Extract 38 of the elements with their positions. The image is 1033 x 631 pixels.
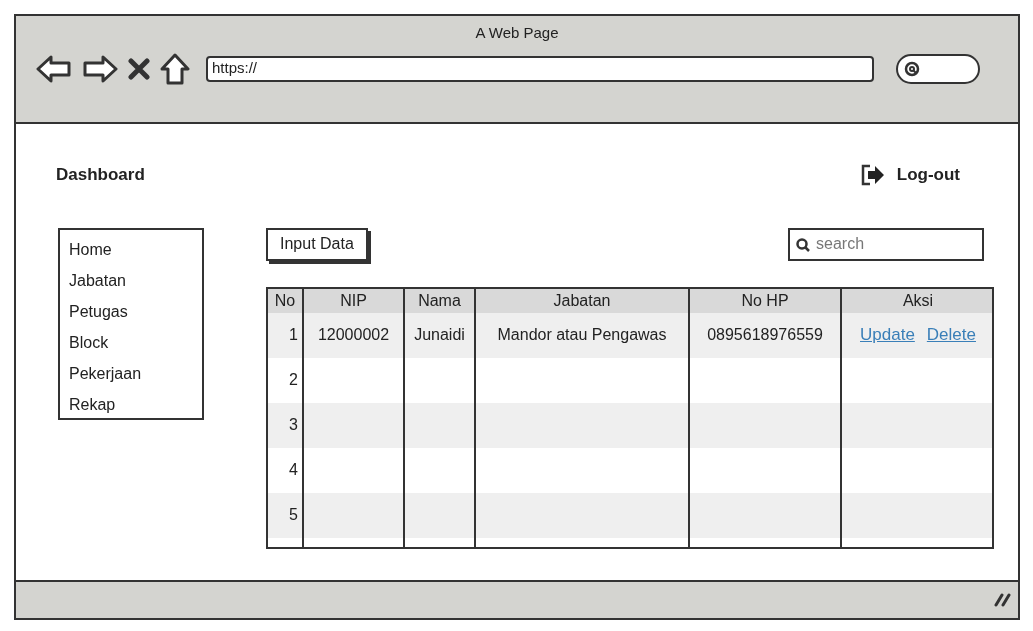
- search-icon: [904, 60, 920, 77]
- sidebar-item[interactable]: Petugas: [69, 295, 193, 327]
- table-cell-text: 1: [289, 325, 298, 345]
- sidebar-item[interactable]: Home: [69, 233, 193, 265]
- address-field[interactable]: https://: [206, 55, 874, 82]
- forward-icon: [82, 54, 118, 83]
- column-header: Nama: [418, 290, 461, 311]
- page-title: Dashboard: [56, 164, 145, 186]
- table-cell-text: Mandor atau Pengawas: [497, 325, 667, 345]
- column-header: Jabatan: [553, 290, 611, 311]
- close-icon: [128, 57, 150, 80]
- column-header: No HP: [741, 290, 789, 311]
- table-cell-text: 12000002: [317, 325, 390, 345]
- back-icon: [36, 54, 72, 83]
- home-icon: [160, 52, 190, 85]
- input-data-button[interactable]: Input Data: [266, 227, 368, 261]
- column-header: No: [274, 290, 296, 311]
- sidebar-item[interactable]: Rekap: [69, 388, 193, 420]
- sidebar-item[interactable]: Block: [69, 326, 193, 358]
- sidebar-item[interactable]: Pekerjaan: [69, 357, 193, 389]
- table-cell-text: Junaidi: [414, 325, 465, 345]
- window-title: A Web Page: [475, 23, 559, 43]
- logout-button[interactable]: Log-out: [860, 162, 960, 188]
- logout-icon: [860, 163, 885, 186]
- action-link[interactable]: Delete: [926, 322, 976, 348]
- search-icon: [796, 237, 810, 252]
- resize-grip-icon: [994, 593, 1012, 607]
- table-cell-text: 2: [289, 370, 298, 390]
- column-header: NIP: [340, 290, 367, 311]
- table-cell-text: 3: [289, 415, 298, 435]
- table-cell-text: 4: [289, 460, 298, 480]
- column-header: Aksi: [902, 290, 934, 311]
- table-cell-text: 0895618976559: [707, 325, 823, 345]
- action-link[interactable]: Update: [860, 322, 915, 348]
- search-field[interactable]: search: [788, 227, 984, 261]
- sidebar-item[interactable]: Jabatan: [69, 264, 193, 296]
- table-cell-text: 5: [289, 505, 298, 525]
- search-box[interactable]: [896, 53, 980, 84]
